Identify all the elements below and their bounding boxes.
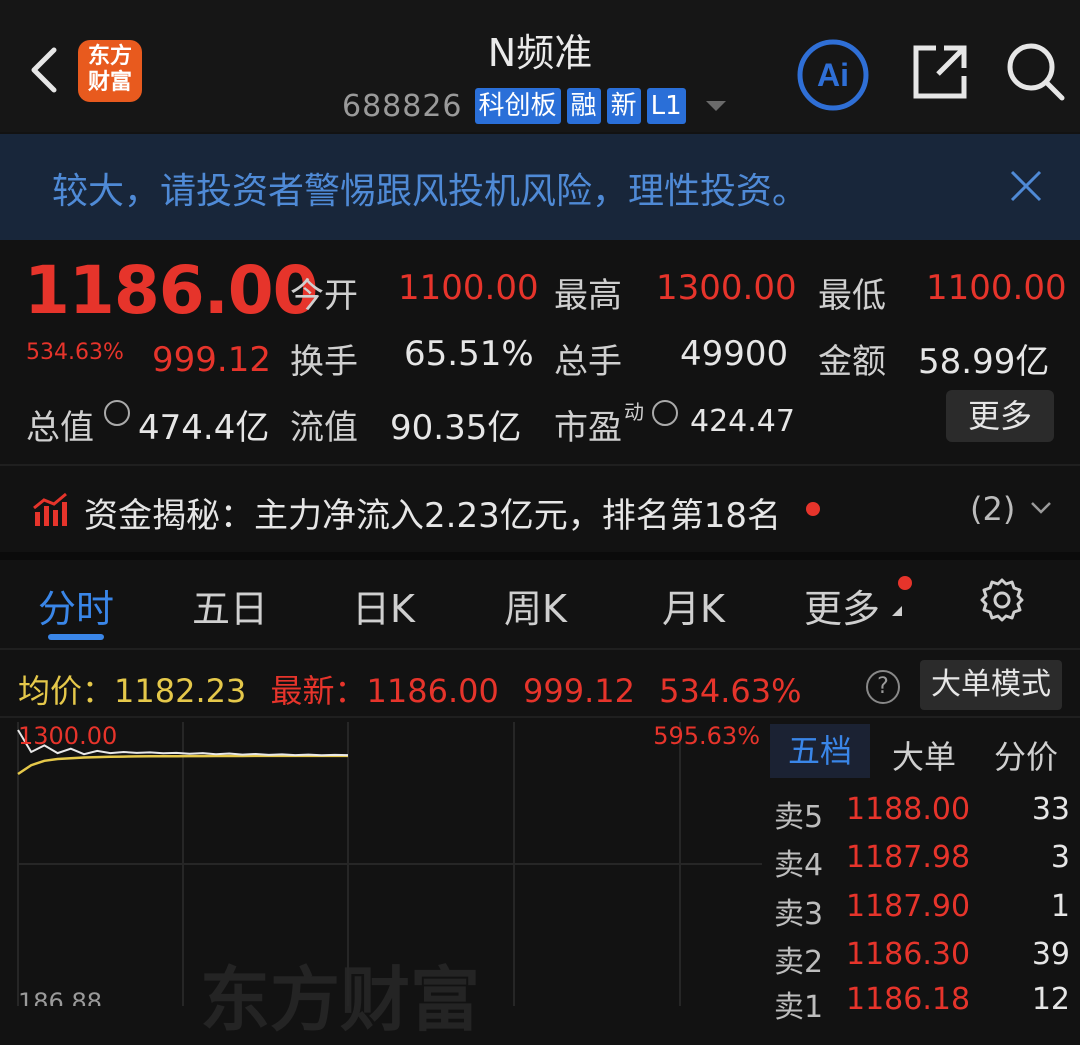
tab-underline (48, 634, 104, 640)
tab-five-levels[interactable]: 五档 (770, 724, 870, 778)
ask4-vol: 3 (1050, 840, 1070, 875)
intraday-summary: 均价：1182.23 最新：1186.00 999.12 534.63% (18, 666, 802, 712)
search-icon[interactable] (1004, 40, 1066, 102)
ask5-vol: 33 (1031, 792, 1070, 827)
tag-new: 新 (606, 88, 641, 124)
ask3-price: 1187.90 (846, 889, 971, 924)
mktcap-label: 总值 (26, 408, 94, 448)
notification-dot (898, 576, 912, 590)
share-icon[interactable] (910, 42, 970, 102)
latest-label: 最新： (270, 672, 367, 710)
tab-big-orders[interactable]: 大单 (892, 732, 956, 778)
stock-code-row[interactable]: 688826 科创板 融 新 L1 (342, 86, 726, 126)
more-quote-button[interactable]: 更多 (946, 390, 1054, 442)
ask1-vol: 12 (1031, 982, 1070, 1017)
pct-top-label: 595.63% (653, 722, 760, 750)
tab-intraday[interactable]: 分时 (38, 578, 114, 633)
tab-price-distribution[interactable]: 分价 (994, 732, 1058, 778)
last-price: 1186.00 (24, 252, 319, 329)
ai-icon[interactable]: Ai (796, 38, 870, 112)
y-top-label: 1300.00 (18, 722, 117, 750)
ask3-vol: 1 (1050, 889, 1070, 924)
low-label: 最低 (818, 276, 886, 316)
float-label: 流值 (290, 408, 358, 448)
close-icon[interactable] (1008, 168, 1044, 204)
tab-more[interactable]: 更多 (804, 578, 880, 633)
mktcap-info-icon[interactable] (104, 400, 130, 430)
open-value: 1100.00 (398, 268, 539, 308)
y-bottom-label: 186.88 (18, 988, 102, 1006)
tab-daily-k[interactable]: 日K (352, 578, 415, 633)
risk-banner-text: 较大，请投资者警惕跟风投机风险，理性投资。 (52, 171, 809, 212)
low-value: 1100.00 (926, 268, 1067, 308)
pe-value: 424.47 (690, 404, 795, 439)
high-value: 1300.00 (656, 268, 797, 308)
ai-label: Ai (817, 57, 849, 93)
pe-label: 市盈 (554, 408, 622, 448)
pe-sup: 动 (624, 400, 644, 424)
tab-five-day[interactable]: 五日 (192, 578, 268, 633)
turnover-value: 65.51% (404, 334, 534, 374)
chart-grid (17, 722, 762, 1006)
gear-icon[interactable] (978, 576, 1026, 624)
price-change-pct: 534.63% (26, 340, 124, 365)
tag-level1: L1 (646, 88, 686, 124)
ask1-price: 1186.18 (846, 982, 971, 1017)
tab-monthly-k[interactable]: 月K (662, 578, 725, 633)
ask5-label: 卖5 (774, 800, 824, 835)
latest-change: 999.12 (523, 672, 635, 710)
stock-code: 688826 (342, 88, 463, 124)
turnover-label: 换手 (290, 342, 358, 382)
volume-label: 总手 (554, 342, 622, 382)
fund-flow-count[interactable]: (2) (970, 490, 1015, 528)
divider (0, 648, 1080, 650)
ask4-price: 1187.98 (846, 840, 971, 875)
ask2-vol: 39 (1031, 937, 1070, 972)
open-label: 今开 (290, 276, 358, 316)
big-order-mode-button[interactable]: 大单模式 (920, 660, 1062, 710)
latest-pct: 534.63% (659, 672, 802, 710)
volume-value: 49900 (680, 334, 789, 374)
mktcap-value: 474.4亿 (138, 408, 270, 448)
corner-triangle-icon (892, 606, 902, 616)
ask2-price: 1186.30 (846, 937, 971, 972)
help-icon[interactable]: ? (866, 670, 900, 704)
intraday-chart[interactable]: 1300.00 595.63% 186.88 (0, 718, 766, 1006)
fund-flow-text[interactable]: 资金揭秘：主力净流入2.23亿元，排名第18名 (84, 488, 781, 537)
avg-label: 均价： (18, 672, 115, 710)
section-divider (0, 552, 1080, 560)
divider (0, 464, 1080, 466)
ask1-label: 卖1 (774, 990, 824, 1025)
notification-dot (806, 502, 820, 516)
chevron-down-icon[interactable] (1030, 500, 1052, 516)
tab-weekly-k[interactable]: 周K (504, 578, 567, 633)
ask5-price: 1188.00 (846, 792, 971, 827)
price-change: 999.12 (152, 340, 271, 380)
amount-value: 58.99亿 (918, 342, 1050, 382)
float-value: 90.35亿 (390, 408, 522, 448)
avg-value: 1182.23 (114, 672, 247, 710)
pe-info-icon[interactable] (652, 400, 678, 430)
ask2-label: 卖2 (774, 945, 824, 980)
tag-margin: 融 (566, 88, 601, 124)
tag-star-market: 科创板 (474, 88, 561, 124)
ask3-label: 卖3 (774, 897, 824, 932)
chevron-down-icon[interactable] (705, 101, 726, 111)
high-label: 最高 (554, 276, 622, 316)
latest-price: 1186.00 (366, 672, 499, 710)
fund-flow-icon (33, 492, 67, 526)
amount-label: 金额 (818, 342, 886, 382)
ask4-label: 卖4 (774, 848, 824, 883)
